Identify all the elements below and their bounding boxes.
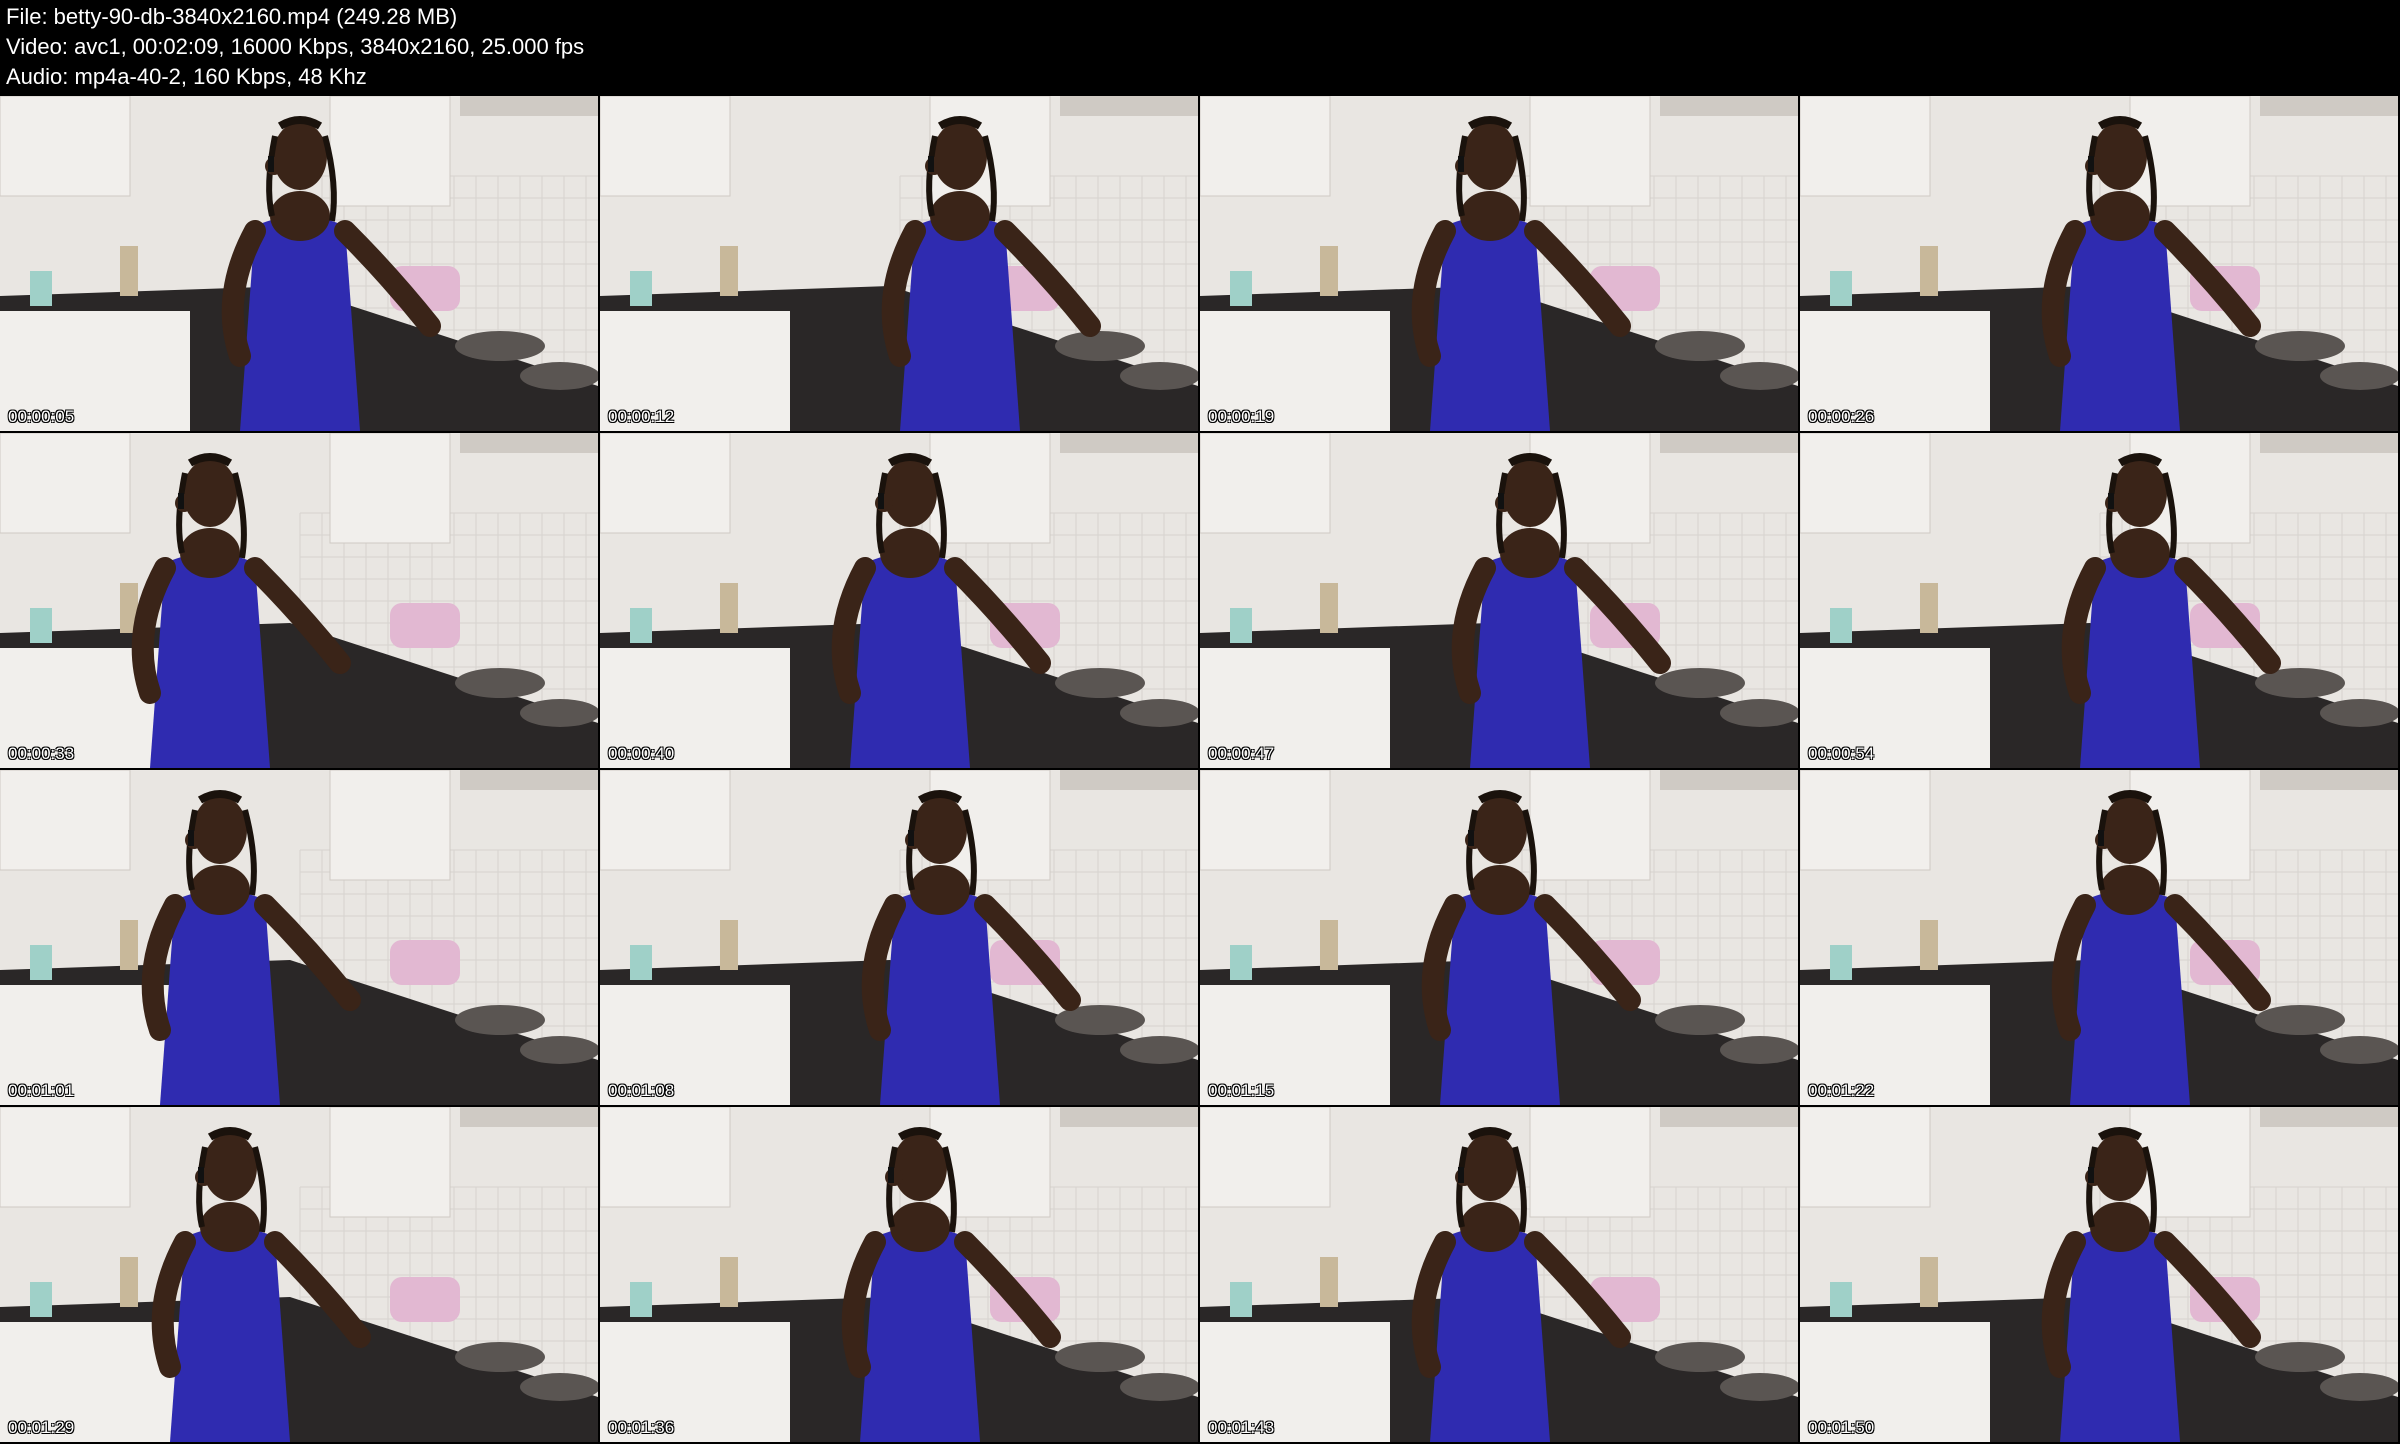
video-thumbnail: 00:01:22 — [1800, 770, 2398, 1105]
frame-image — [1800, 1107, 2398, 1442]
thumbnail-timestamp: 00:01:29 — [8, 1418, 75, 1437]
thumbnail-timestamp: 00:01:50 — [1808, 1418, 1875, 1437]
video-thumbnail: 00:01:43 — [1200, 1107, 1798, 1442]
thumbnail-timestamp: 00:00:40 — [608, 744, 675, 763]
video-thumbnail: 00:00:33 — [0, 433, 598, 768]
file-info-line: File: betty-90-db-3840x2160.mp4 (249.28 … — [6, 4, 458, 29]
frame-image — [0, 1107, 598, 1442]
frame-image — [1200, 433, 1798, 768]
thumbnail-timestamp: 00:00:26 — [1808, 407, 1875, 426]
video-thumbnail: 00:00:47 — [1200, 433, 1798, 768]
video-info-line: Video: avc1, 00:02:09, 16000 Kbps, 3840x… — [6, 34, 585, 59]
video-thumbnail: 00:00:54 — [1800, 433, 2398, 768]
thumbnail-grid: 00:00:05 00:00:12 00:00:19 00:00:26 00:00:33… — [0, 96, 2400, 1444]
frame-image — [600, 1107, 1198, 1442]
thumbnail-timestamp: 00:01:01 — [8, 1081, 75, 1100]
thumbnail-timestamp: 00:01:15 — [1208, 1081, 1275, 1100]
thumbnail-timestamp: 00:00:54 — [1808, 744, 1875, 763]
file-info-header: File: betty-90-db-3840x2160.mp4 (249.28 … — [6, 2, 2386, 92]
video-thumbnail: 00:01:08 — [600, 770, 1198, 1105]
thumbnail-timestamp: 00:00:47 — [1208, 744, 1275, 763]
thumbnail-timestamp: 00:00:05 — [8, 407, 75, 426]
video-thumbnail: 00:00:19 — [1200, 96, 1798, 431]
audio-info-line: Audio: mp4a-40-2, 160 Kbps, 48 Khz — [6, 64, 367, 89]
frame-image — [1200, 1107, 1798, 1442]
thumbnail-timestamp: 00:00:33 — [8, 744, 75, 763]
video-thumbnail: 00:01:01 — [0, 770, 598, 1105]
thumbnail-timestamp: 00:00:19 — [1208, 407, 1275, 426]
frame-image — [600, 433, 1198, 768]
thumbnail-timestamp: 00:01:43 — [1208, 1418, 1275, 1437]
frame-image — [600, 770, 1198, 1105]
frame-image — [600, 96, 1198, 431]
video-thumbnail: 00:01:50 — [1800, 1107, 2398, 1442]
frame-image — [1200, 770, 1798, 1105]
frame-image — [0, 96, 598, 431]
video-thumbnail: 00:00:05 — [0, 96, 598, 431]
thumbnail-timestamp: 00:01:22 — [1808, 1081, 1875, 1100]
thumbnail-timestamp: 00:01:36 — [608, 1418, 675, 1437]
contact-sheet: File: betty-90-db-3840x2160.mp4 (249.28 … — [0, 0, 2400, 1444]
video-thumbnail: 00:01:15 — [1200, 770, 1798, 1105]
frame-image — [1800, 433, 2398, 768]
video-thumbnail: 00:00:12 — [600, 96, 1198, 431]
video-thumbnail: 00:01:29 — [0, 1107, 598, 1442]
thumbnail-timestamp: 00:01:08 — [608, 1081, 675, 1100]
video-thumbnail: 00:01:36 — [600, 1107, 1198, 1442]
video-thumbnail: 00:00:40 — [600, 433, 1198, 768]
thumbnail-timestamp: 00:00:12 — [608, 407, 675, 426]
frame-image — [1800, 96, 2398, 431]
frame-image — [0, 433, 598, 768]
frame-image — [1200, 96, 1798, 431]
video-thumbnail: 00:00:26 — [1800, 96, 2398, 431]
frame-image — [1800, 770, 2398, 1105]
frame-image — [0, 770, 598, 1105]
